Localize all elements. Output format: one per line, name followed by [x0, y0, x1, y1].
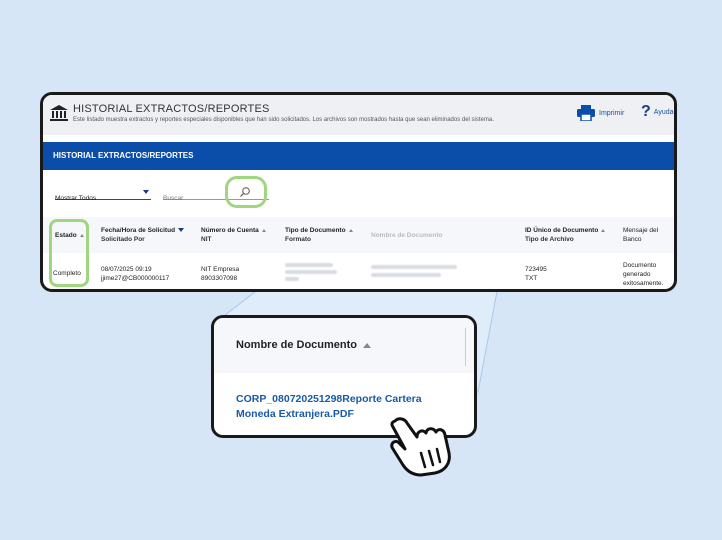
zoom-column-header[interactable]: Nombre de Documento — [214, 318, 474, 373]
chevron-down-icon — [143, 190, 149, 194]
app-window: HISTORIAL EXTRACTOS/REPORTES Este listad… — [40, 92, 677, 292]
column-nombre-documento[interactable]: Nombre de Documento — [371, 231, 443, 240]
search-icon[interactable] — [239, 186, 251, 198]
help-label: Ayuda — [653, 108, 674, 116]
zoom-column-label: Nombre de Documento — [236, 339, 372, 351]
column-tipo-documento[interactable]: Tipo de Documento Formato — [285, 226, 353, 244]
help-button[interactable]: ? Ayuda — [641, 103, 674, 121]
blurred-cell — [371, 265, 457, 269]
help-icon: ? — [641, 103, 651, 120]
bank-icon — [50, 105, 68, 121]
sort-up-icon — [261, 228, 266, 232]
search-placeholder: Buscar — [163, 195, 184, 202]
column-mensaje[interactable]: Mensaje del Banco — [623, 226, 658, 244]
blurred-cell — [285, 270, 337, 274]
sort-down-icon — [178, 228, 185, 233]
print-label: Imprimir — [599, 109, 625, 117]
pointer-hand-icon — [390, 417, 451, 477]
sort-up-icon — [363, 342, 372, 348]
top-bar: HISTORIAL EXTRACTOS/REPORTES Este listad… — [43, 95, 674, 135]
column-divider — [465, 328, 466, 366]
blurred-cell — [285, 263, 333, 267]
sort-up-icon — [601, 228, 606, 232]
column-cuenta[interactable]: Número de Cuenta NIT — [201, 226, 266, 244]
print-button[interactable]: Imprimir — [577, 105, 624, 121]
sort-up-icon — [348, 228, 353, 232]
page-subtitle: Este listado muestra extractos y reporte… — [73, 117, 494, 123]
column-id-unico[interactable]: ID Único de Documento Tipo de Archivo — [525, 226, 606, 244]
cell-fecha: 08/07/2025 09:19 jjime27@CB000000117 — [101, 266, 170, 282]
cell-estado: Completo — [53, 270, 81, 277]
cell-id-unico: 723495 TXT — [525, 266, 547, 282]
cell-mensaje: Documento generado exitosamente. — [623, 262, 664, 287]
column-fecha[interactable]: Fecha/Hora de Solicitud Solicitado Por — [101, 226, 185, 244]
printer-icon — [577, 105, 595, 121]
page-title: HISTORIAL EXTRACTOS/REPORTES — [73, 103, 270, 115]
section-header: HISTORIAL EXTRACTOS/REPORTES — [43, 142, 674, 170]
section-title: HISTORIAL EXTRACTOS/REPORTES — [53, 151, 194, 160]
cell-cuenta: NIT Empresa 8903307098 — [201, 266, 240, 282]
blurred-cell — [285, 277, 299, 281]
blurred-cell — [371, 273, 441, 277]
show-all-value: Mostrar Todos — [55, 195, 97, 202]
show-all-select[interactable]: Mostrar Todos — [55, 187, 151, 202]
